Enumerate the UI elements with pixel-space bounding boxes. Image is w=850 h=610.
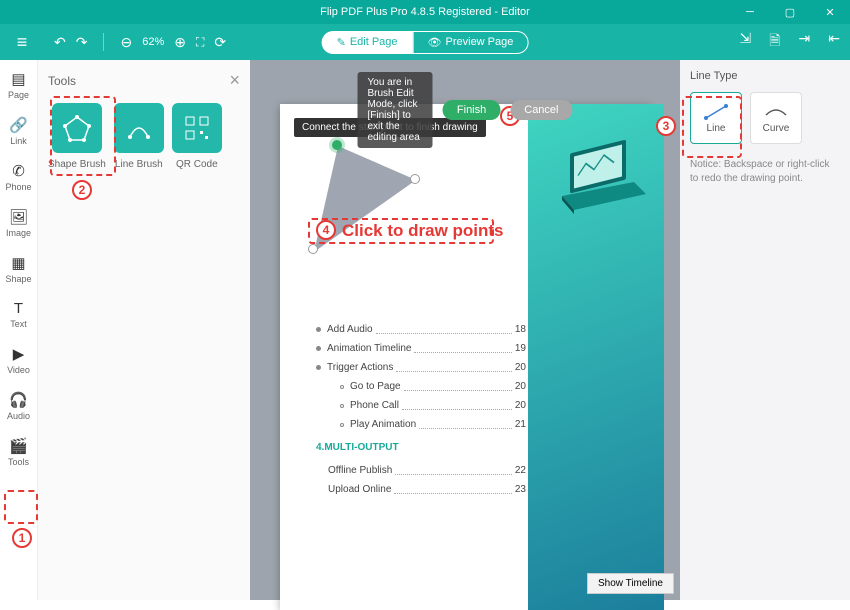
edit-page-button[interactable]: ✎ Edit Page	[322, 31, 413, 54]
tools-panel: Tools × Shape Brush Line Brush QR Code	[38, 60, 250, 600]
annotation-text-4: Click to draw points	[342, 221, 504, 241]
image-icon: 🖼	[9, 208, 28, 226]
curve-icon	[124, 113, 154, 143]
maximize-button[interactable]: ▢	[770, 0, 810, 24]
left-sidebar: ▤Page 🔗Link ✆Phone 🖼Image ▦Shape TText ▶…	[0, 60, 38, 600]
save-icon[interactable]: 🗎	[769, 30, 780, 54]
sidebar-item-image[interactable]: 🖼Image	[4, 208, 34, 238]
eye-icon: 👁	[428, 36, 442, 49]
line-type-title: Line Type	[690, 70, 840, 82]
video-icon: ▶	[13, 345, 25, 363]
qr-icon	[182, 113, 212, 143]
sidebar-item-phone[interactable]: ✆Phone	[4, 162, 34, 192]
page-preview: Connect the start point to finish drawin…	[280, 104, 650, 610]
app-title: Flip PDF Plus Pro 4.8.5 Registered - Edi…	[320, 6, 530, 18]
polygon-start-handle[interactable]	[332, 140, 342, 150]
polygon-handle[interactable]	[410, 174, 420, 184]
zoom-in-icon[interactable]: ⊕	[174, 34, 186, 51]
tools-icon: 🎬	[9, 437, 28, 455]
cancel-button[interactable]: Cancel	[510, 100, 572, 120]
refresh-icon[interactable]: ⟳	[214, 34, 226, 51]
line-brush-card[interactable]: Line Brush	[114, 103, 164, 170]
toc-heading: 4.MULTI-OUTPUT	[316, 438, 526, 457]
crop-mark	[496, 592, 510, 606]
canvas-area[interactable]: You are in Brush Edit Mode, click [Finis…	[250, 60, 680, 600]
annotation-num-1: 1	[12, 528, 32, 548]
tools-panel-title: Tools	[48, 74, 76, 88]
line-icon	[703, 103, 729, 121]
line-type-line[interactable]: Line	[690, 92, 742, 144]
zoom-level[interactable]: 62%	[142, 36, 164, 48]
sidebar-item-video[interactable]: ▶Video	[4, 345, 34, 375]
preview-page-button[interactable]: 👁 Preview Page	[413, 31, 529, 54]
sidebar-item-shape[interactable]: ▦Shape	[4, 254, 34, 284]
zoom-out-icon[interactable]: ⊖	[120, 34, 132, 51]
drawn-polygon[interactable]	[300, 134, 440, 274]
annotation-num-3: 3	[656, 116, 676, 136]
collapse-icon[interactable]: ⇲	[740, 30, 752, 54]
redo-icon[interactable]: ↷	[76, 34, 88, 51]
text-icon: T	[14, 300, 23, 317]
annotation-num-4: 4	[316, 220, 336, 240]
qr-code-card[interactable]: QR Code	[172, 103, 222, 170]
crop-mark	[284, 592, 298, 606]
annotation-num-2: 2	[72, 180, 92, 200]
phone-icon: ✆	[12, 162, 25, 180]
brush-mode-message: You are in Brush Edit Mode, click [Finis…	[358, 72, 433, 148]
pentagon-icon	[62, 113, 92, 143]
line-type-panel: Line Type Line Curve Notice: Backspace o…	[680, 60, 850, 600]
finish-button[interactable]: Finish	[443, 100, 500, 120]
close-panel-icon[interactable]: ×	[229, 70, 240, 91]
import-icon[interactable]: ⇥	[799, 30, 811, 54]
line-type-curve[interactable]: Curve	[750, 92, 802, 144]
fit-icon[interactable]: ⛶	[196, 35, 204, 50]
brush-mode-bar: You are in Brush Edit Mode, click [Finis…	[358, 72, 573, 148]
show-timeline-button[interactable]: Show Timeline	[587, 573, 674, 594]
shape-brush-card[interactable]: Shape Brush	[48, 103, 106, 170]
minimize-button[interactable]: ─	[730, 0, 770, 24]
export-icon[interactable]: ⇤	[828, 30, 840, 54]
shape-icon: ▦	[11, 254, 25, 272]
sidebar-item-text[interactable]: TText	[4, 300, 34, 329]
sidebar-item-tools[interactable]: 🎬Tools	[4, 437, 34, 467]
page-icon: ▤	[11, 70, 25, 88]
pencil-icon: ✎	[337, 36, 346, 49]
sidebar-item-page[interactable]: ▤Page	[4, 70, 34, 100]
audio-icon: 🎧	[9, 391, 28, 409]
curve-type-icon	[763, 103, 789, 121]
page-toc: Add Audio18 Animation Timeline19 Trigger…	[316, 320, 526, 499]
main-toolbar: ≡ ↶ ↷ ⊖ 62% ⊕ ⛶ ⟳ ✎ Edit Page 👁 Preview …	[0, 24, 850, 60]
line-type-notice: Notice: Backspace or right-click to redo…	[690, 158, 840, 186]
link-icon: 🔗	[9, 116, 28, 134]
undo-icon[interactable]: ↶	[54, 34, 66, 51]
sidebar-item-link[interactable]: 🔗Link	[4, 116, 34, 146]
polygon-handle[interactable]	[308, 244, 318, 254]
sidebar-item-audio[interactable]: 🎧Audio	[4, 391, 34, 421]
title-bar: Flip PDF Plus Pro 4.8.5 Registered - Edi…	[0, 0, 850, 24]
menu-icon[interactable]: ≡	[10, 32, 34, 53]
close-button[interactable]: ✕	[810, 0, 850, 24]
